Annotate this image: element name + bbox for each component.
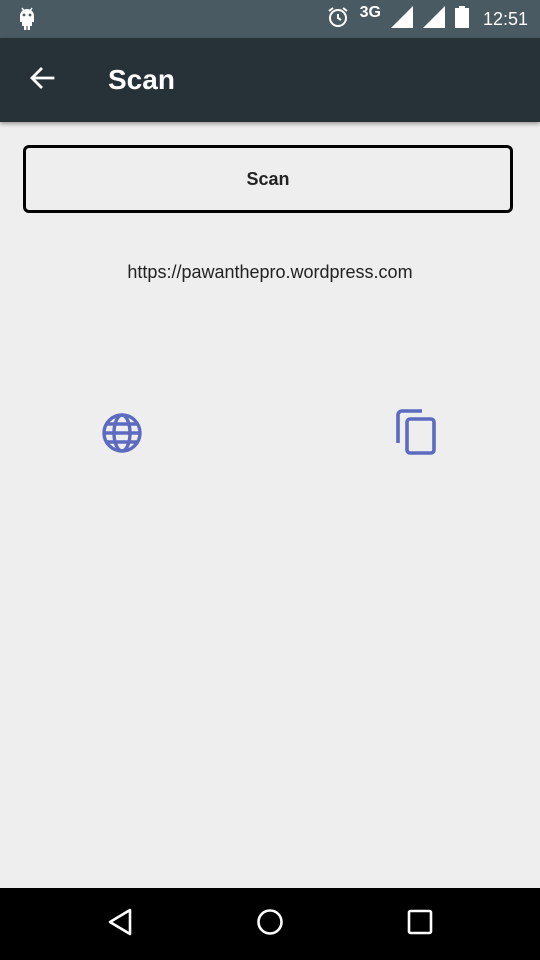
copy-button[interactable]: [392, 407, 442, 459]
scan-button[interactable]: Scan: [23, 145, 513, 213]
back-triangle-icon: [106, 907, 134, 941]
network-type-label: 3G: [359, 4, 381, 21]
android-icon: [16, 7, 38, 31]
alarm-icon: [326, 5, 350, 33]
open-in-browser-button[interactable]: [98, 409, 146, 457]
status-bar: 3G 12:51: [0, 0, 540, 38]
copy-icon: [392, 409, 442, 463]
recents-square-icon: [407, 909, 433, 939]
nav-back-button[interactable]: [100, 904, 140, 944]
nav-recents-button[interactable]: [400, 904, 440, 944]
nav-home-button[interactable]: [250, 904, 290, 944]
arrow-back-icon: [29, 65, 55, 95]
battery-icon: [454, 6, 469, 32]
navigation-bar: [0, 888, 540, 960]
page-title: Scan: [108, 64, 175, 95]
home-circle-icon: [255, 907, 285, 941]
scan-result-url: https://pawanthepro.wordpress.com: [127, 262, 413, 282]
back-button[interactable]: [20, 58, 64, 102]
signal-icon: [422, 6, 445, 32]
status-icons: 3G 12:51: [326, 0, 528, 38]
signal-icon: [390, 6, 413, 32]
globe-icon: [98, 413, 146, 461]
clock: 12:51: [482, 8, 528, 29]
app-bar: Scan: [0, 38, 540, 122]
